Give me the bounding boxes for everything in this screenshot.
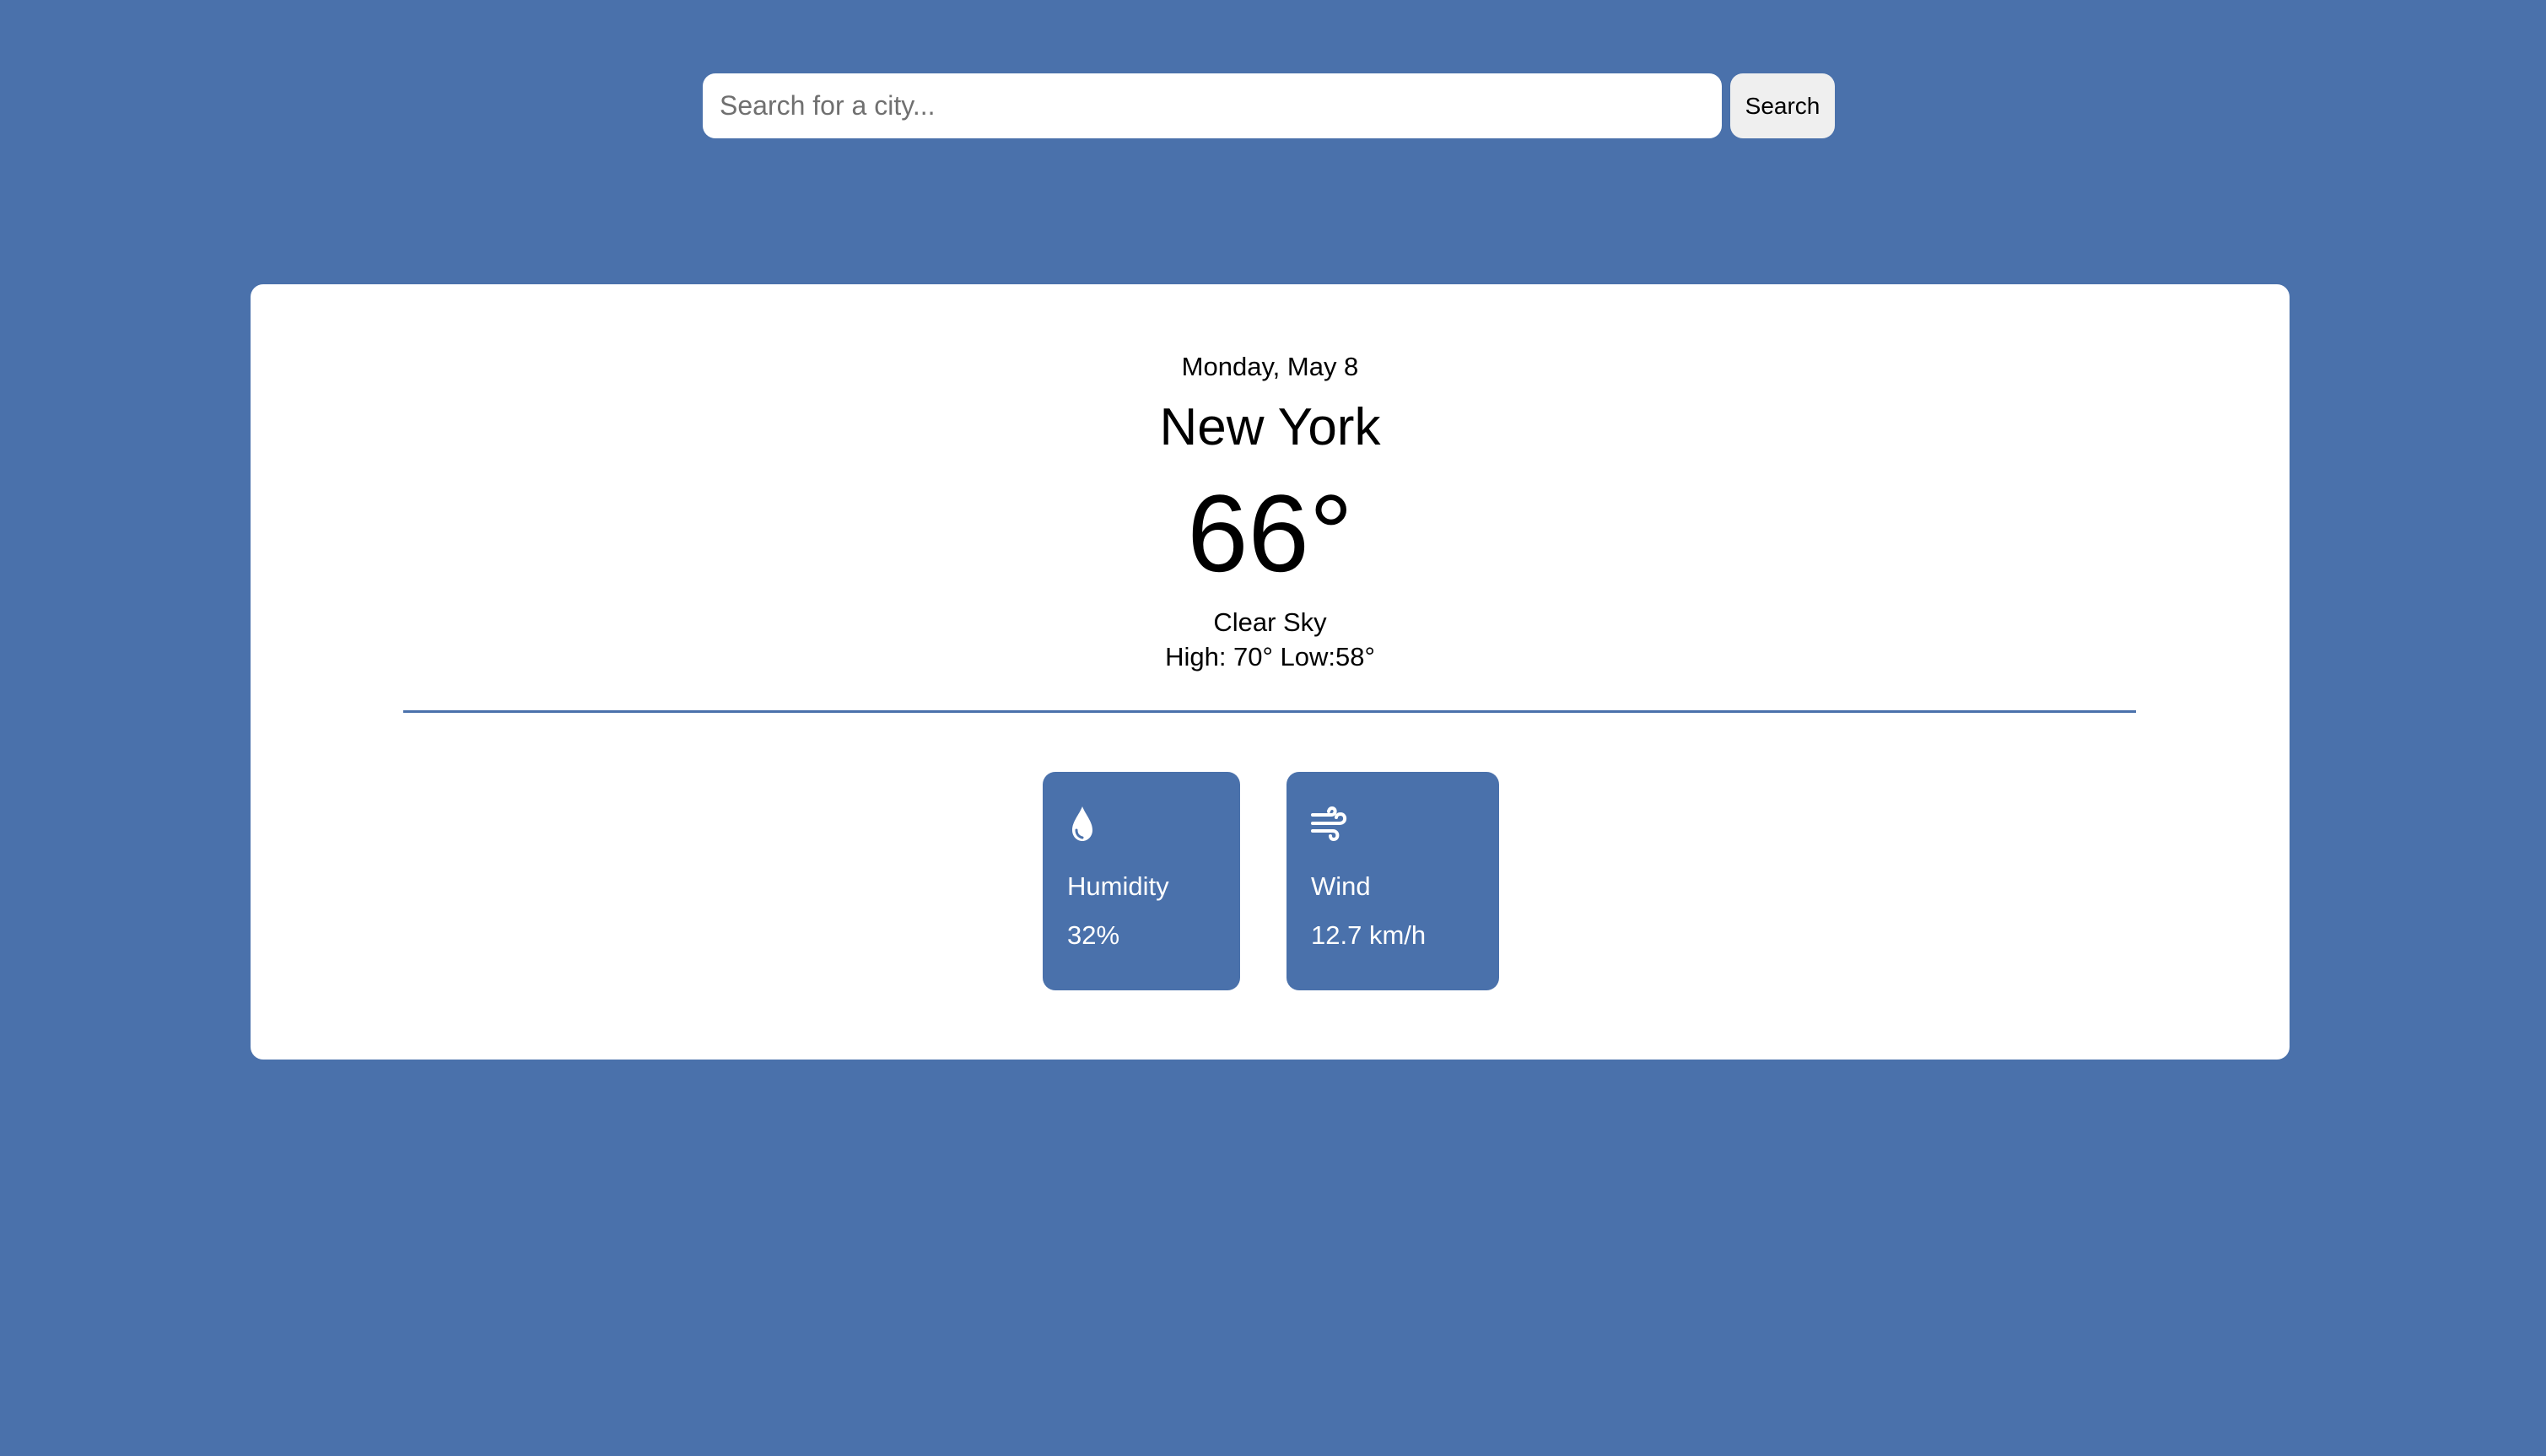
- humidity-label: Humidity: [1067, 871, 1169, 901]
- wind-icon: [1311, 806, 1347, 842]
- city-name: New York: [1159, 398, 1381, 456]
- search-button[interactable]: Search: [1730, 73, 1835, 138]
- humidity-value: 32%: [1067, 920, 1120, 950]
- divider: [403, 710, 2136, 713]
- water-drop-icon: [1072, 806, 1092, 841]
- weather-card: Monday, May 8 New York 66° Clear Sky Hig…: [251, 284, 2290, 1060]
- search-input[interactable]: [703, 73, 1722, 138]
- search-bar: Search: [703, 73, 1835, 138]
- wind-value: 12.7 km/h: [1311, 920, 1427, 950]
- high-low-temperature: High: 70° Low:58°: [1165, 642, 1375, 671]
- weather-date: Monday, May 8: [1181, 352, 1359, 381]
- wind-card: Wind 12.7 km/h: [1286, 772, 1499, 990]
- weather-condition: Clear Sky: [1213, 607, 1327, 637]
- current-temperature: 66°: [1187, 472, 1353, 595]
- wind-label: Wind: [1311, 871, 1371, 901]
- humidity-card: Humidity 32%: [1043, 772, 1240, 990]
